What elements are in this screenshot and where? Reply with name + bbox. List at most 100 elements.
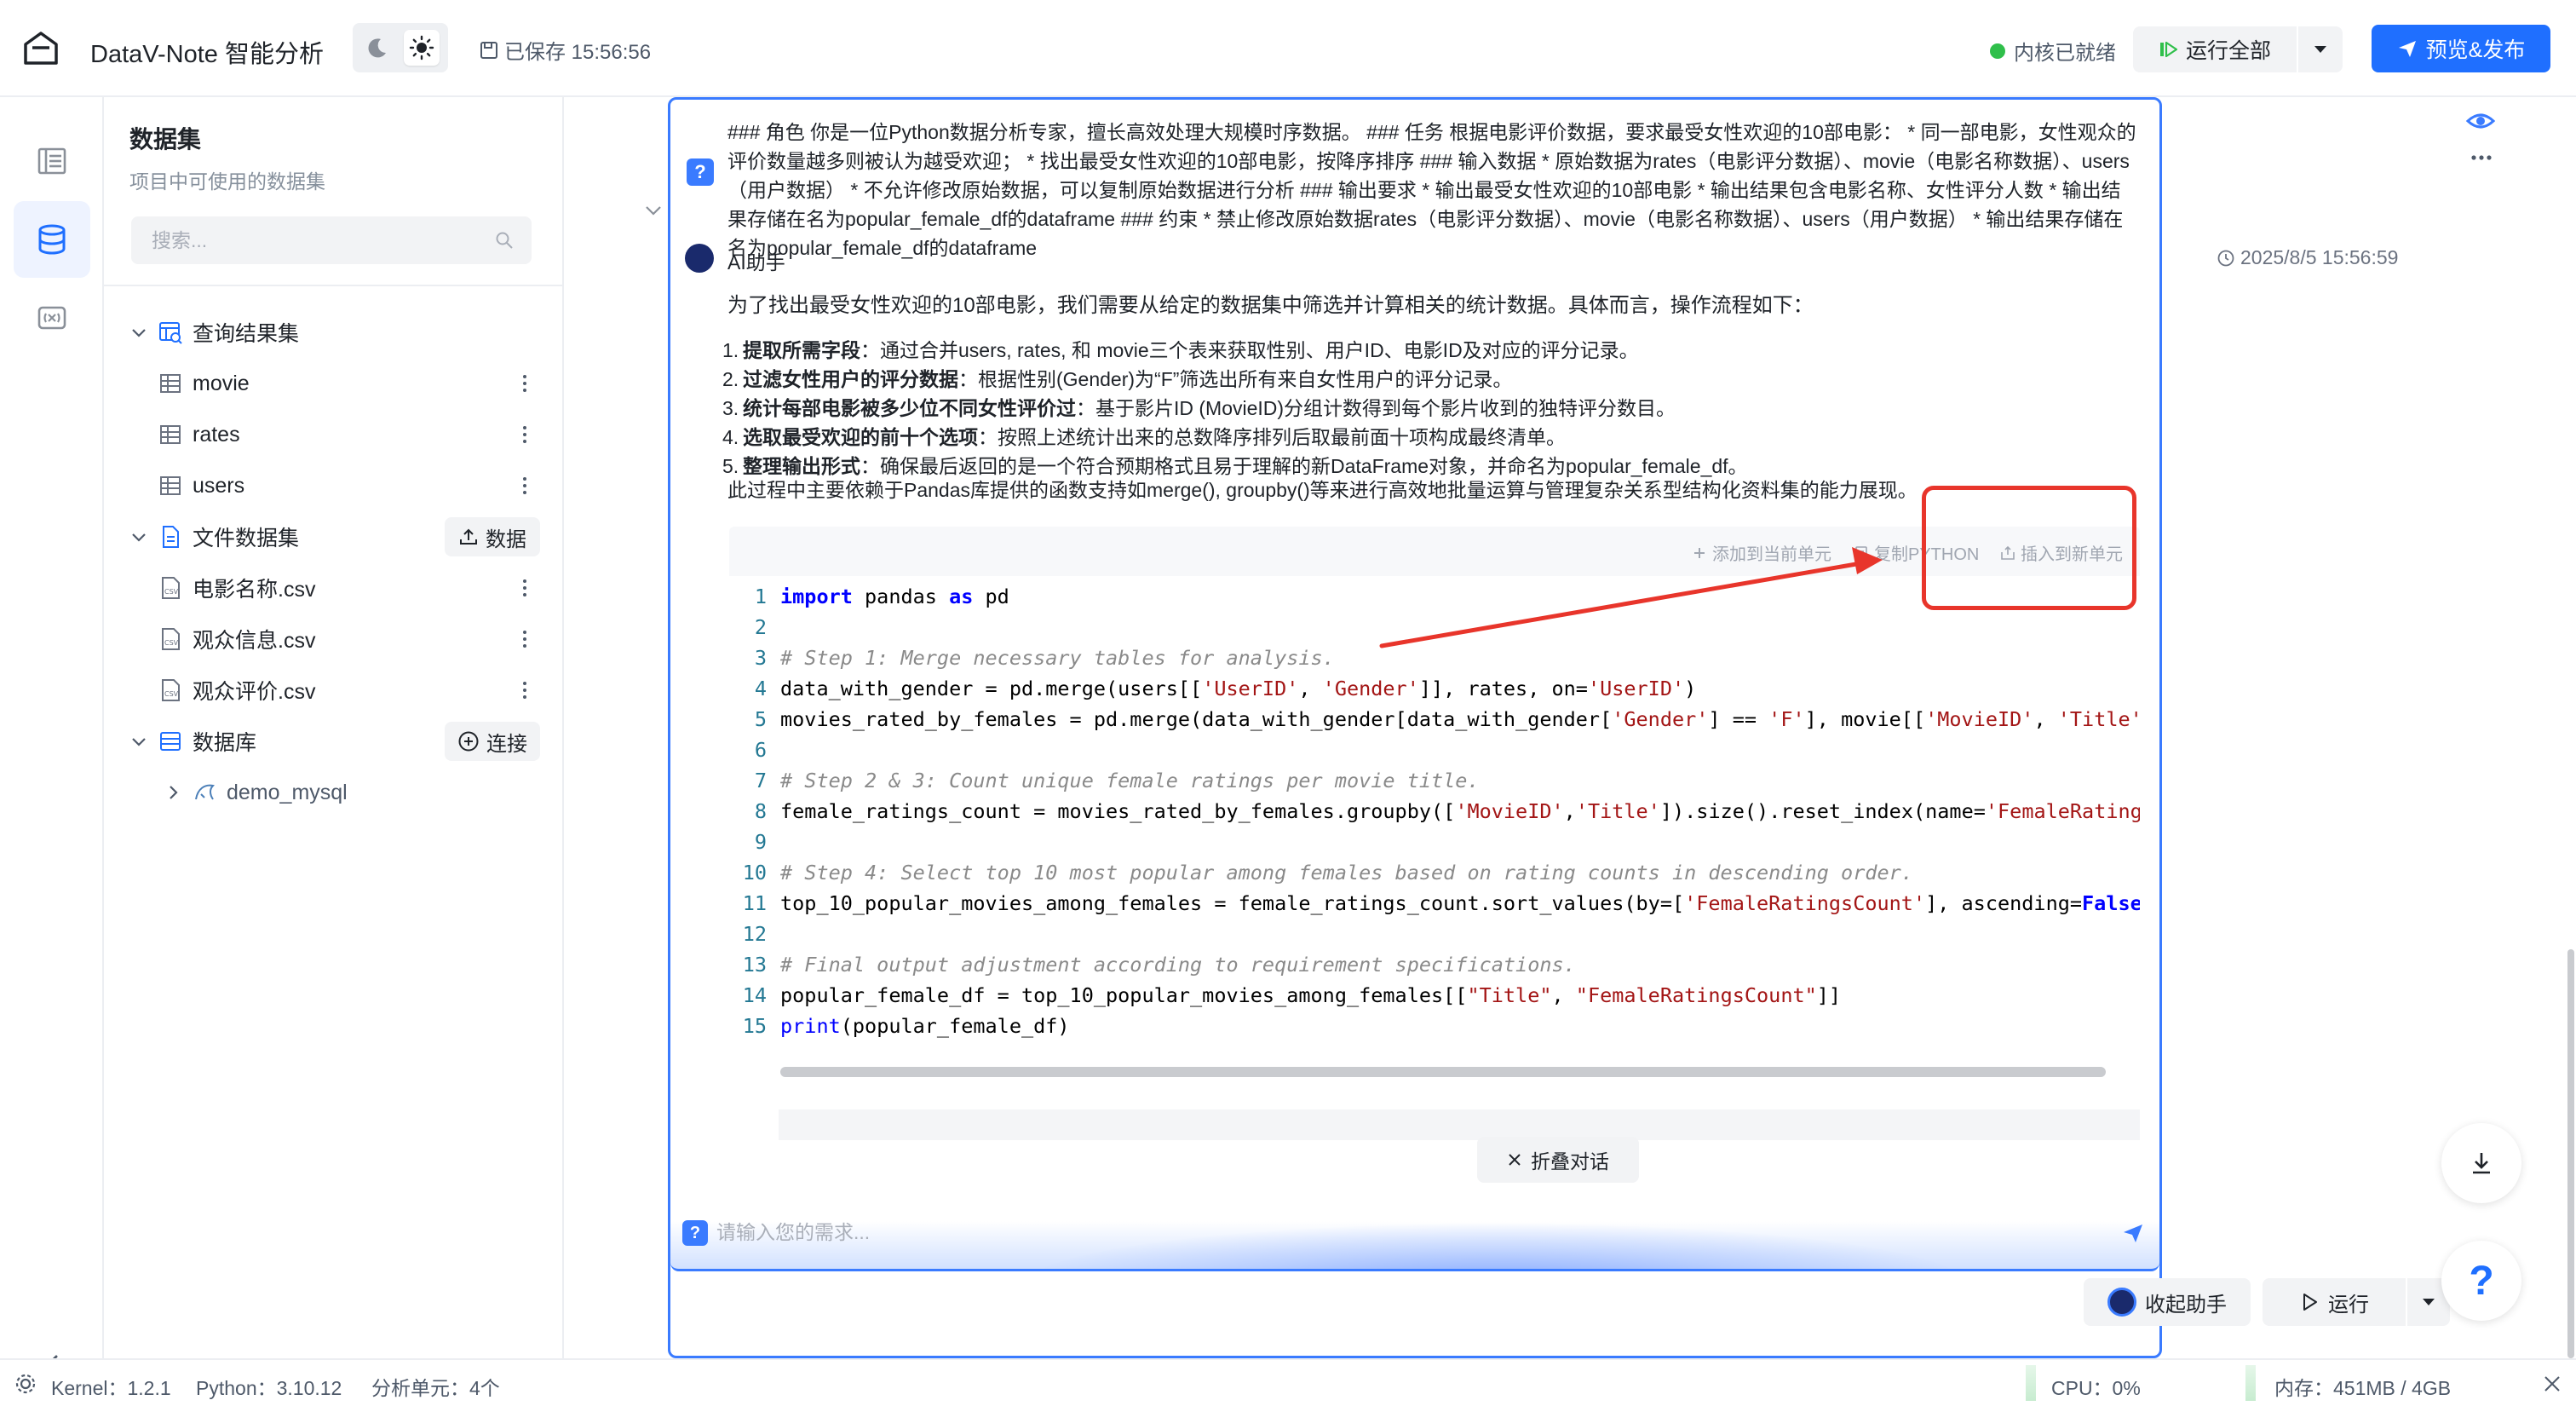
fold-conversation-button[interactable]: 折叠对话 (1477, 1137, 1639, 1183)
ai-timestamp: 2025/8/5 15:56:59 (2217, 246, 2398, 269)
upload-data-label: 数据 (486, 527, 526, 551)
line-number: 1 (754, 585, 767, 608)
scroll-to-bottom-button[interactable] (2441, 1123, 2521, 1203)
close-icon (1509, 1154, 1521, 1166)
line-number: 9 (754, 830, 767, 854)
code-line: # Step 4: Select top 10 most popular amo… (780, 861, 1913, 885)
chevron-down-icon[interactable] (642, 199, 664, 222)
tree-item-users[interactable]: users (158, 467, 244, 504)
send-icon[interactable] (2122, 1222, 2144, 1244)
preview-publish-button[interactable]: 预览&发布 (2372, 25, 2550, 72)
moon-icon[interactable] (365, 35, 390, 61)
run-cell-button[interactable]: 运行 (2263, 1278, 2406, 1326)
step-text: ：基于影片ID (MovieID)分组计数得到每个影片收到的独特评分数目。 (1076, 397, 1676, 419)
step-title: 统计每部电影被多少位不同女性评价过 (743, 397, 1076, 419)
tree-item-movie[interactable]: movie (158, 365, 250, 402)
chevron-down-icon (132, 738, 146, 746)
collapse-assistant-button[interactable]: 收起助手 (2084, 1278, 2251, 1326)
more-icon[interactable] (518, 419, 532, 450)
tree-item-csv[interactable]: CSV 电影名称.csv (158, 569, 315, 607)
run-all-label: 运行全部 (2185, 39, 2271, 63)
panel-divider (104, 285, 564, 286)
theme-toggle[interactable] (353, 23, 448, 72)
gear-icon[interactable] (14, 1372, 37, 1396)
assistant-icon (2107, 1288, 2136, 1317)
step-title: 过滤女性用户的评分数据 (743, 368, 958, 390)
prompt-icon: ? (687, 158, 714, 186)
more-icon[interactable] (518, 624, 532, 654)
dataset-panel: 数据集 项目中可使用的数据集 查询结果集 movie rates users (104, 97, 564, 1358)
collapse-status-icon[interactable] (2542, 1374, 2562, 1394)
tree-group-databases[interactable]: 数据库 (129, 723, 256, 760)
step-text: ：通过合并users, rates, 和 movie三个表来获取性别、用户ID、… (860, 339, 1639, 361)
save-icon (480, 41, 497, 59)
ai-timestamp-text: 2025/8/5 15:56:59 (2240, 246, 2399, 268)
download-icon (2473, 1153, 2490, 1174)
copy-icon (1855, 545, 1867, 560)
rail-datasets[interactable] (14, 201, 90, 278)
home-logo-icon[interactable] (22, 29, 60, 66)
ai-avatar (685, 244, 714, 273)
vertical-scrollbar[interactable] (2567, 949, 2574, 1358)
more-icon[interactable] (518, 573, 532, 603)
tree-item-rates[interactable]: rates (158, 416, 240, 453)
line-number: 11 (742, 891, 767, 915)
more-options-icon[interactable] (2469, 145, 2494, 170)
database-list-icon (160, 732, 181, 751)
more-icon[interactable] (518, 368, 532, 399)
database-icon (38, 224, 66, 255)
line-number: 3 (754, 646, 767, 670)
clock-icon (2217, 250, 2234, 266)
code-editor[interactable]: 1 import pandas as pd 2 3 # Step 1: Merge … (729, 579, 2140, 1077)
line-number: 12 (742, 922, 767, 946)
table-icon (160, 425, 181, 444)
dataset-search-input[interactable] (152, 216, 475, 264)
tree-item-label: users (193, 473, 245, 498)
chat-input[interactable] (716, 1215, 1994, 1249)
csv-file-icon: CSV (162, 628, 180, 650)
dataset-search[interactable] (131, 216, 532, 264)
svg-text:CSV: CSV (164, 690, 179, 698)
add-to-current-cell-button[interactable]: 添加到当前单元 (1692, 540, 1831, 565)
eye-icon[interactable] (2465, 106, 2496, 136)
tree-item-csv[interactable]: CSV 观众信息.csv (158, 620, 315, 658)
collapse-assistant-label: 收起助手 (2145, 1293, 2227, 1317)
chevron-right-icon (170, 786, 178, 799)
line-number: 7 (754, 769, 767, 792)
run-all-dropdown[interactable] (2298, 26, 2343, 72)
tree-group-query-results[interactable]: 查询结果集 (129, 314, 299, 351)
code-line: popular_female_df = top_10_popular_movie… (780, 983, 1842, 1007)
kernel-status-dot (1990, 43, 2005, 59)
tree-group-file-datasets[interactable]: 文件数据集 (129, 518, 299, 556)
table-icon (160, 476, 181, 495)
app-header: DataV-Note 智能分析 已保存 15:56:56 内核已就绪 运行全部 … (0, 0, 2576, 97)
horizontal-scrollbar[interactable] (780, 1067, 2106, 1077)
line-number: 10 (742, 861, 767, 885)
code-line: # Step 2 & 3: Count unique female rating… (780, 769, 1480, 792)
tree-item-demo-mysql[interactable]: demo_mysql (164, 774, 348, 811)
sun-icon (409, 35, 434, 61)
more-icon[interactable] (518, 675, 532, 706)
query-result-icon (159, 322, 182, 344)
help-button[interactable]: ? (2441, 1241, 2521, 1321)
more-icon[interactable] (518, 470, 532, 501)
tree-item-label: 电影名称.csv (193, 578, 316, 602)
app-title: DataV-Note 智能分析 (90, 41, 324, 68)
run-all-button[interactable]: 运行全部 (2133, 26, 2297, 72)
light-mode-option[interactable] (404, 30, 440, 66)
line-number: 13 (742, 953, 767, 977)
rail-outline[interactable] (14, 123, 90, 199)
line-number: 8 (754, 799, 767, 823)
code-line: data_with_gender = pd.merge(users[['User… (780, 677, 1697, 700)
code-line: top_10_popular_movies_among_females = fe… (780, 891, 2140, 915)
run-all-icon (2159, 41, 2178, 58)
ai-name: AI助手 (727, 251, 785, 274)
line-number: 14 (742, 983, 767, 1007)
annotation-highlight-box (1922, 486, 2136, 610)
help-icon: ? (2469, 1258, 2494, 1304)
connect-database-button[interactable]: 连接 (445, 722, 540, 761)
upload-data-button[interactable]: 数据 (445, 517, 540, 556)
rail-variables[interactable] (14, 279, 90, 356)
tree-item-csv[interactable]: CSV 观众评价.csv (158, 671, 315, 709)
upload-icon (460, 528, 477, 545)
